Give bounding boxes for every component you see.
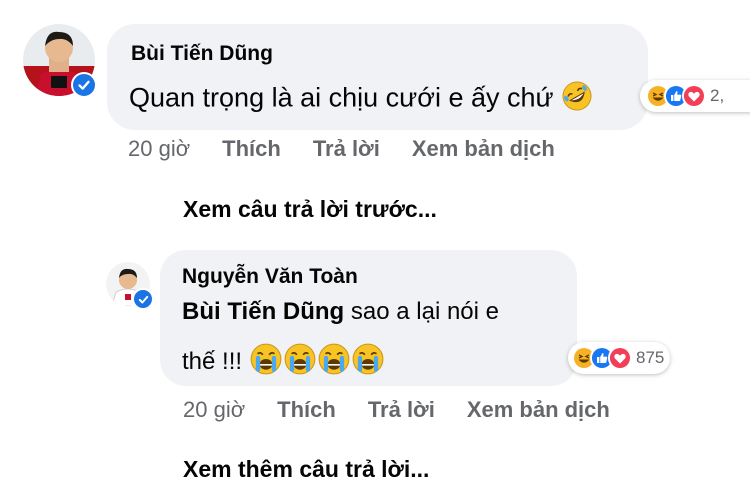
- reaction-count: 2,: [710, 86, 725, 105]
- avatar-nguyen-van-toan[interactable]: [106, 262, 154, 310]
- mention-bui-tien-dung[interactable]: Bùi Tiến Dũng: [182, 298, 344, 325]
- comment-bubble: Bùi Tiến Dũng Quan trọng là ai chịu cưới…: [107, 24, 648, 130]
- reply-timestamp[interactable]: 20 giờ: [183, 397, 245, 423]
- comment-text: Quan trọng là ai chịu cưới e ấy chứ: [129, 80, 593, 119]
- verified-badge-icon: [132, 288, 154, 310]
- comment-author[interactable]: Bùi Tiến Dũng: [131, 42, 273, 66]
- love-reaction-icon: [608, 346, 632, 370]
- loudly-crying-emoji-icon: [249, 342, 283, 383]
- loudly-crying-emoji-icon: [283, 342, 317, 383]
- reaction-summary[interactable]: 875: [568, 342, 671, 374]
- love-reaction-icon: [682, 84, 706, 108]
- reaction-summary[interactable]: 2,: [640, 80, 750, 112]
- view-more-replies-link[interactable]: Xem thêm câu trả lời...: [183, 456, 429, 483]
- see-translation-button[interactable]: Xem bản dịch: [412, 136, 555, 162]
- reply-text-body: sao a lại nói e: [344, 298, 499, 325]
- verified-badge-icon: [71, 72, 97, 98]
- loudly-crying-emoji-icon: [351, 342, 385, 383]
- reaction-count: 875: [636, 348, 665, 367]
- loudly-crying-emoji-icon: [317, 342, 351, 383]
- reply-button[interactable]: Trả lời: [313, 136, 380, 162]
- like-button[interactable]: Thích: [277, 397, 336, 423]
- reply-button[interactable]: Trả lời: [368, 397, 435, 423]
- view-previous-replies-link[interactable]: Xem câu trả lời trước...: [183, 196, 437, 223]
- reply-bubble: Nguyễn Văn Toàn Bùi Tiến Dũng sao a lại …: [160, 250, 577, 386]
- reply-author[interactable]: Nguyễn Văn Toàn: [182, 265, 358, 289]
- rolling-laughing-emoji-icon: [561, 80, 593, 119]
- comment-timestamp[interactable]: 20 giờ: [128, 136, 190, 162]
- reply-text-line-1: Bùi Tiến Dũng sao a lại nói e: [182, 298, 499, 326]
- like-button[interactable]: Thích: [222, 136, 281, 162]
- reply-text-end: thế !!!: [182, 347, 243, 375]
- comment-text-body: Quan trọng là ai chịu cưới e ấy chứ: [129, 82, 554, 113]
- reply-text-line-2: thế !!!: [182, 342, 385, 383]
- see-translation-button[interactable]: Xem bản dịch: [467, 397, 610, 423]
- avatar-bui-tien-dung[interactable]: [23, 24, 97, 98]
- comment-actions: 20 giờ Thích Trả lời Xem bản dịch: [128, 136, 587, 162]
- reply-actions: 20 giờ Thích Trả lời Xem bản dịch: [183, 397, 642, 423]
